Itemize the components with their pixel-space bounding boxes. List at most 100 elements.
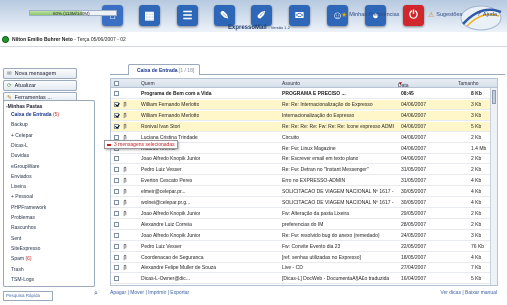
folder-duvidas[interactable]: Duvidas: [11, 153, 29, 159]
row-checkbox[interactable]: [114, 123, 119, 129]
table-row[interactable]: Alexandre Felipe Muller de Souza Live - C…: [111, 263, 497, 274]
row-checkbox[interactable]: [114, 276, 119, 282]
footer-actions[interactable]: Apagar | Mover | Imprimir | Exportar: [110, 290, 189, 296]
header-size[interactable]: Tamanho: [458, 81, 479, 87]
refresh-button[interactable]: ⟳ Atualizar: [3, 80, 77, 91]
row-checkbox[interactable]: [114, 254, 119, 260]
folder-dicas-l[interactable]: Dicas-L: [11, 143, 28, 149]
online-status-icon[interactable]: [2, 36, 9, 43]
table-row[interactable]: Dicas-L-Owner@dic... [Dicas-L] DocWeb - D…: [111, 274, 497, 285]
row-checkbox[interactable]: [114, 178, 119, 184]
row-checkbox[interactable]: [114, 200, 119, 205]
folder-siteexpresso[interactable]: SiteExpresso: [11, 246, 40, 252]
folder-pessoal[interactable]: + Pessoal: [11, 194, 33, 200]
table-row[interactable]: wolnei@celepar.pr.g... SOLICITACAO DE VIA…: [111, 198, 497, 208]
folder-trash[interactable]: Trash: [11, 267, 24, 273]
attachment-icon: [123, 101, 127, 108]
folder-egroupware[interactable]: eGroupWare: [11, 164, 39, 170]
help-link[interactable]: ? Ajuda: [477, 11, 497, 18]
table-row[interactable]: Joao Alfredo Knopik Junior Fw: Alteração …: [111, 209, 497, 219]
folder-phpframework[interactable]: PHPFramework: [11, 205, 46, 211]
row-date: 24/05/2007: [401, 232, 427, 239]
row-subject: Fw: Convite Evento dia 23: [282, 243, 341, 250]
table-row[interactable]: Everton Cescato Peres Erro no EXPRESSO-AD…: [111, 176, 497, 187]
row-size: 2 Kb: [471, 221, 482, 228]
main-panel: Caixa de Entrada [1 / 18] Quem Assunto D…: [110, 63, 505, 305]
folders-header[interactable]: -Minhas Pastas: [6, 104, 42, 110]
quick-search-input[interactable]: Pesquisa Rápida: [3, 291, 53, 301]
folder-backup[interactable]: Backup: [11, 122, 28, 128]
row-date: 04/06/2007: [401, 112, 427, 119]
mail-app-button[interactable]: ✉: [289, 5, 310, 26]
preferences-link[interactable]: ★ Minhas Preferências: [341, 11, 399, 19]
pencil-app-button[interactable]: ✐: [251, 5, 272, 26]
folder-enviados[interactable]: Enviados: [11, 174, 32, 180]
folder-spam[interactable]: Spam (6): [11, 256, 32, 262]
row-checkbox[interactable]: [114, 210, 119, 216]
folder-caixa-de-entrada[interactable]: Caixa de Entrada (5): [11, 112, 59, 118]
row-date: 04/06/2007: [401, 123, 427, 130]
folder-sent[interactable]: Sent: [11, 236, 21, 242]
table-row[interactable]: Ronival Ivan Stori Re: Re: Re: Re: Fw: Re…: [111, 121, 497, 132]
tab-inbox[interactable]: Caixa de Entrada [1 / 18]: [128, 64, 200, 75]
header-from[interactable]: Quem: [141, 81, 155, 87]
news-icon: ☰: [182, 10, 193, 22]
attachment-icon: [123, 188, 127, 195]
row-date: 04/06/2007: [401, 156, 427, 163]
row-size: 8 Kb: [471, 91, 482, 97]
row-checkbox[interactable]: [114, 221, 119, 227]
row-checkbox[interactable]: [114, 112, 119, 118]
row-checkbox[interactable]: [114, 101, 119, 107]
table-row[interactable]: Joao Alfredo Knopik Junior Re: Fw: resolv…: [111, 231, 497, 241]
select-all-checkbox[interactable]: [114, 81, 119, 88]
table-row[interactable]: William Fernando Merlotto Re: Re: Interna…: [111, 99, 497, 110]
suggestions-link[interactable]: ⚠ Sugestões: [428, 11, 462, 19]
row-subject: SOLICITACAO DE VIAGEM NACIONAL Nº 1617 -…: [282, 189, 394, 196]
row-date: 31/05/2007: [401, 167, 427, 174]
row-from: William Fernando Merlotto: [141, 112, 200, 119]
search-button[interactable]: ⌕: [94, 290, 106, 301]
row-checkbox[interactable]: [114, 156, 119, 162]
scrollbar-thumb[interactable]: [492, 90, 496, 104]
row-checkbox[interactable]: [114, 265, 119, 271]
news-app-button[interactable]: ☰: [177, 5, 198, 26]
tools-icon: ✎: [219, 10, 230, 22]
row-date: 18/05/2007: [401, 254, 427, 261]
header-subject[interactable]: Assunto: [282, 81, 300, 87]
folder-rascunhos[interactable]: Rascunhos: [11, 225, 36, 231]
row-checkbox[interactable]: [114, 134, 119, 140]
row-checkbox[interactable]: [114, 189, 119, 195]
table-row[interactable]: William Fernando Merlotto Internacionaliz…: [111, 110, 497, 121]
table-row[interactable]: Pedro Luiz Vesser Fw: Convite Evento dia …: [111, 242, 497, 252]
table-row[interactable]: Pedro Luiz Vesser Re: Fw: Detran no "Inst…: [111, 165, 497, 176]
quota-bar: 60% (113M/140M): [29, 10, 117, 16]
folder-tsm-logs[interactable]: TSM-Logs: [11, 277, 34, 283]
shutdown-app-button[interactable]: ⏻: [403, 5, 424, 26]
row-subject: Re: Fw: Detran no "Instant Messenger": [282, 167, 369, 174]
row-checkbox[interactable]: [114, 167, 119, 173]
header-date[interactable]: Data ▼: [398, 81, 409, 89]
row-from: Alexandre Luiz Correia: [141, 221, 192, 228]
row-from: Alexandre Felipe Muller de Souza: [141, 265, 217, 272]
row-checkbox[interactable]: [114, 243, 119, 249]
user-name: Nilton Emilio Buhrer Neto: [12, 37, 73, 43]
table-row[interactable]: Coordenacao de Seguranca [ref. senhas uti…: [111, 253, 497, 263]
scrollbar[interactable]: [490, 88, 497, 285]
row-checkbox[interactable]: [114, 232, 119, 238]
star-icon: ★: [341, 12, 348, 19]
folder-problemas[interactable]: Problemas: [11, 215, 35, 221]
tools-app-button[interactable]: ✎: [214, 5, 235, 26]
footer-links[interactable]: Ver dicas | Baixar manual: [440, 290, 497, 296]
new-message-button[interactable]: ✉ Nova mensagem: [3, 68, 77, 79]
row-date: 04/06/2007: [401, 134, 427, 141]
row-from: Coordenacao de Seguranca: [141, 254, 204, 261]
attachment-icon: [123, 254, 127, 260]
table-row[interactable]: Alexandre Luiz Correia preferencias do IM…: [111, 220, 497, 230]
table-row[interactable]: Programa de Bem com a Vida PROGRAMA É PRE…: [111, 89, 497, 99]
folder-celepar[interactable]: + Celepar: [11, 133, 33, 139]
folder-lixeira[interactable]: Lixeira: [11, 184, 26, 190]
calendar-app-button[interactable]: ▦: [139, 5, 160, 26]
table-row[interactable]: elmeir@celepar.pr... SOLICITACAO DE VIAGE…: [111, 187, 497, 198]
table-row[interactable]: Joao Alfredo Knopik Junior Re: Escrever e…: [111, 154, 497, 165]
row-checkbox[interactable]: [114, 91, 119, 96]
